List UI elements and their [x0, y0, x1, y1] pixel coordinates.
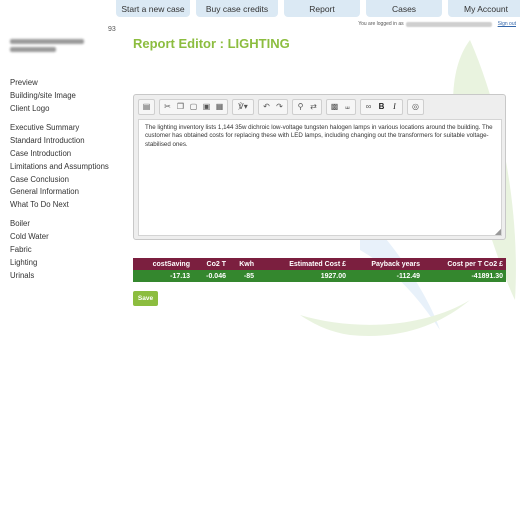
results-value-row: -17.13 -0.046 -85 1927.00 -112.49 -41891…: [133, 270, 506, 282]
sidebar-item-general-information[interactable]: General Information: [10, 186, 109, 199]
sidebar-item-boiler[interactable]: Boiler: [10, 218, 49, 231]
copy-icon[interactable]: ❐: [175, 101, 186, 113]
replace-icon[interactable]: ⇄: [308, 101, 319, 113]
results-header-row: costSaving Co2 T Kwh Estimated Cost £ Pa…: [133, 258, 506, 270]
header-payback-years: Payback years: [349, 258, 423, 270]
paste-text-icon[interactable]: ▣: [201, 101, 212, 113]
results-table: costSaving Co2 T Kwh Estimated Cost £ Pa…: [133, 258, 506, 282]
sidebar-item-building-image[interactable]: Building/site Image: [10, 90, 76, 103]
value-payback-years: -112.49: [349, 270, 423, 282]
value-co2-t: -0.046: [193, 270, 229, 282]
sidebar-item-case-conclusion[interactable]: Case Conclusion: [10, 174, 109, 187]
header-kwh: Kwh: [229, 258, 257, 270]
redacted-username: [405, 21, 492, 27]
sidebar-item-cold-water[interactable]: Cold Water: [10, 231, 49, 244]
undo-icon[interactable]: ↶: [261, 101, 272, 113]
header-cost-per-t-co2: Cost per T Co2 £: [423, 258, 506, 270]
sidebar-item-client-logo[interactable]: Client Logo: [10, 103, 76, 116]
bold-icon[interactable]: B: [376, 101, 387, 113]
rich-text-editor: ▤ ✂ ❐ ▢ ▣ ▦ ℣▾ ↶ ↷ ⚲ ⇄ ▩ ⧢ ∞ B I ◎ The l…: [133, 94, 506, 240]
paste-word-icon[interactable]: ▦: [214, 101, 225, 113]
header-estimated-cost: Estimated Cost £: [257, 258, 349, 270]
sidebar-group-media: Preview Building/site Image Client Logo: [10, 77, 76, 116]
case-number: 93: [108, 26, 116, 33]
login-prefix: You are logged in as: [358, 21, 404, 27]
sidebar-item-fabric[interactable]: Fabric: [10, 244, 49, 257]
remove-format-icon[interactable]: ⧢: [342, 101, 353, 113]
editor-content-area[interactable]: The lighting inventory lists 1,144 35w d…: [138, 119, 502, 236]
value-cost-saving: -17.13: [133, 270, 193, 282]
italic-icon[interactable]: I: [389, 101, 400, 113]
sidebar-item-case-introduction[interactable]: Case Introduction: [10, 148, 109, 161]
sidebar-item-standard-introduction[interactable]: Standard Introduction: [10, 135, 109, 148]
sidebar-item-what-to-do-next[interactable]: What To Do Next: [10, 199, 109, 212]
cut-icon[interactable]: ✂: [162, 101, 173, 113]
source-icon[interactable]: ▤: [141, 101, 152, 113]
sign-out-link[interactable]: Sign out: [498, 21, 516, 27]
sidebar-group-measures: Boiler Cold Water Fabric Lighting Urinal…: [10, 218, 49, 282]
nav-buy-case-credits[interactable]: Buy case credits: [196, 0, 278, 17]
nav-start-new-case[interactable]: Start a new case: [116, 0, 190, 17]
value-kwh: -85: [229, 270, 257, 282]
redo-icon[interactable]: ↷: [274, 101, 285, 113]
header-co2-t: Co2 T: [193, 258, 229, 270]
nav-cases[interactable]: Cases: [366, 0, 442, 17]
resize-handle-icon[interactable]: ◢: [495, 227, 501, 236]
find-icon[interactable]: ⚲: [295, 101, 306, 113]
select-all-icon[interactable]: ▩: [329, 101, 340, 113]
link-icon[interactable]: ∞: [363, 101, 374, 113]
sidebar-item-urinals[interactable]: Urinals: [10, 270, 49, 283]
sidebar-item-limitations[interactable]: Limitations and Assumptions: [10, 161, 109, 174]
sidebar-item-lighting[interactable]: Lighting: [10, 257, 49, 270]
spellcheck-icon[interactable]: ℣▾: [235, 101, 251, 113]
paste-icon[interactable]: ▢: [188, 101, 199, 113]
redacted-case-name: [10, 39, 84, 54]
sidebar-item-preview[interactable]: Preview: [10, 77, 76, 90]
editor-toolbar: ▤ ✂ ❐ ▢ ▣ ▦ ℣▾ ↶ ↷ ⚲ ⇄ ▩ ⧢ ∞ B I ◎: [134, 95, 505, 118]
header-cost-saving: costSaving: [133, 258, 193, 270]
top-navigation: Start a new case Buy case credits Report…: [116, 0, 520, 17]
sidebar-group-sections: Executive Summary Standard Introduction …: [10, 122, 109, 212]
save-button[interactable]: Save: [133, 291, 158, 306]
login-status: You are logged in as Sign out: [358, 21, 516, 27]
page-title: Report Editor : LIGHTING: [133, 36, 290, 51]
value-cost-per-t-co2: -41891.30: [423, 270, 506, 282]
sidebar-item-executive-summary[interactable]: Executive Summary: [10, 122, 109, 135]
image-icon[interactable]: ◎: [410, 101, 421, 113]
nav-my-account[interactable]: My Account: [448, 0, 520, 17]
value-estimated-cost: 1927.00: [257, 270, 349, 282]
nav-report[interactable]: Report: [284, 0, 360, 17]
